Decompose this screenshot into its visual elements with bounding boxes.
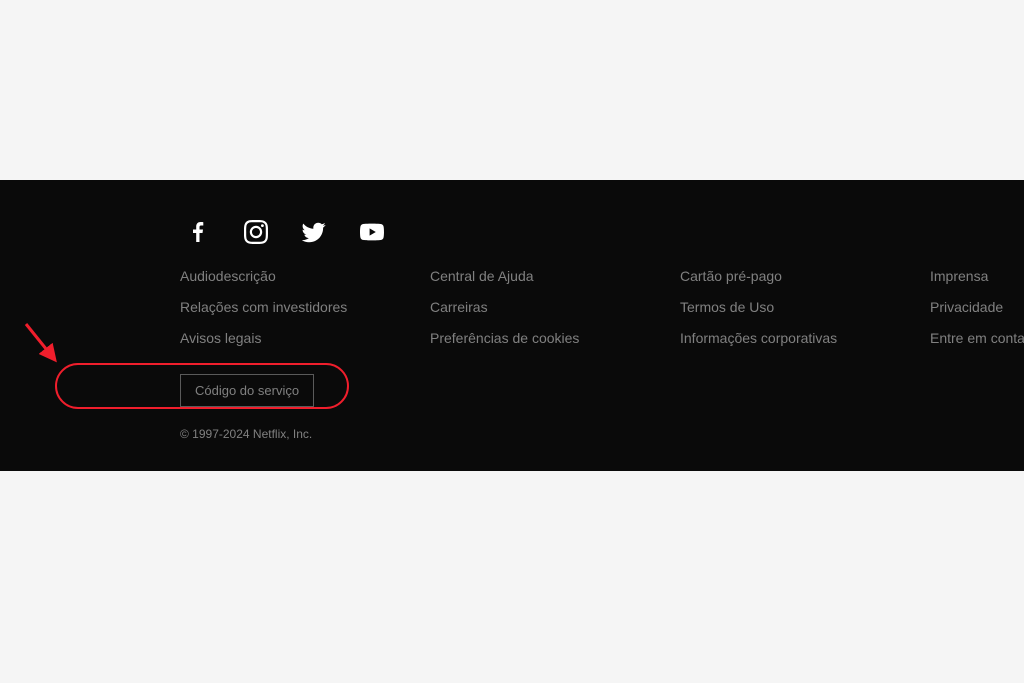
copyright-text: © 1997-2024 Netflix, Inc. <box>180 427 972 441</box>
footer-link-relacoes-investidores[interactable]: Relações com investidores <box>180 299 430 315</box>
footer-links-grid: Audiodescrição Central de Ajuda Cartão p… <box>180 268 972 346</box>
service-code-button[interactable]: Código do serviço <box>180 374 314 407</box>
twitter-icon <box>302 220 326 244</box>
youtube-icon <box>360 220 384 244</box>
youtube-link[interactable] <box>360 220 384 244</box>
footer-link-entre-contato[interactable]: Entre em contato <box>930 330 1024 346</box>
footer: Audiodescrição Central de Ajuda Cartão p… <box>0 180 1024 471</box>
footer-link-avisos-legais[interactable]: Avisos legais <box>180 330 430 346</box>
instagram-icon <box>244 220 268 244</box>
footer-link-informacoes-corporativas[interactable]: Informações corporativas <box>680 330 930 346</box>
facebook-icon <box>186 220 210 244</box>
footer-link-cartao-prepago[interactable]: Cartão pré-pago <box>680 268 930 284</box>
footer-link-central-ajuda[interactable]: Central de Ajuda <box>430 268 680 284</box>
social-icons <box>186 220 972 244</box>
instagram-link[interactable] <box>244 220 268 244</box>
footer-link-termos-uso[interactable]: Termos de Uso <box>680 299 930 315</box>
footer-inner: Audiodescrição Central de Ajuda Cartão p… <box>52 220 972 441</box>
footer-link-preferencias-cookies[interactable]: Preferências de cookies <box>430 330 680 346</box>
footer-link-carreiras[interactable]: Carreiras <box>430 299 680 315</box>
footer-link-privacidade[interactable]: Privacidade <box>930 299 1024 315</box>
twitter-link[interactable] <box>302 220 326 244</box>
footer-link-audiodescricao[interactable]: Audiodescrição <box>180 268 430 284</box>
footer-link-imprensa[interactable]: Imprensa <box>930 268 1024 284</box>
facebook-link[interactable] <box>186 220 210 244</box>
